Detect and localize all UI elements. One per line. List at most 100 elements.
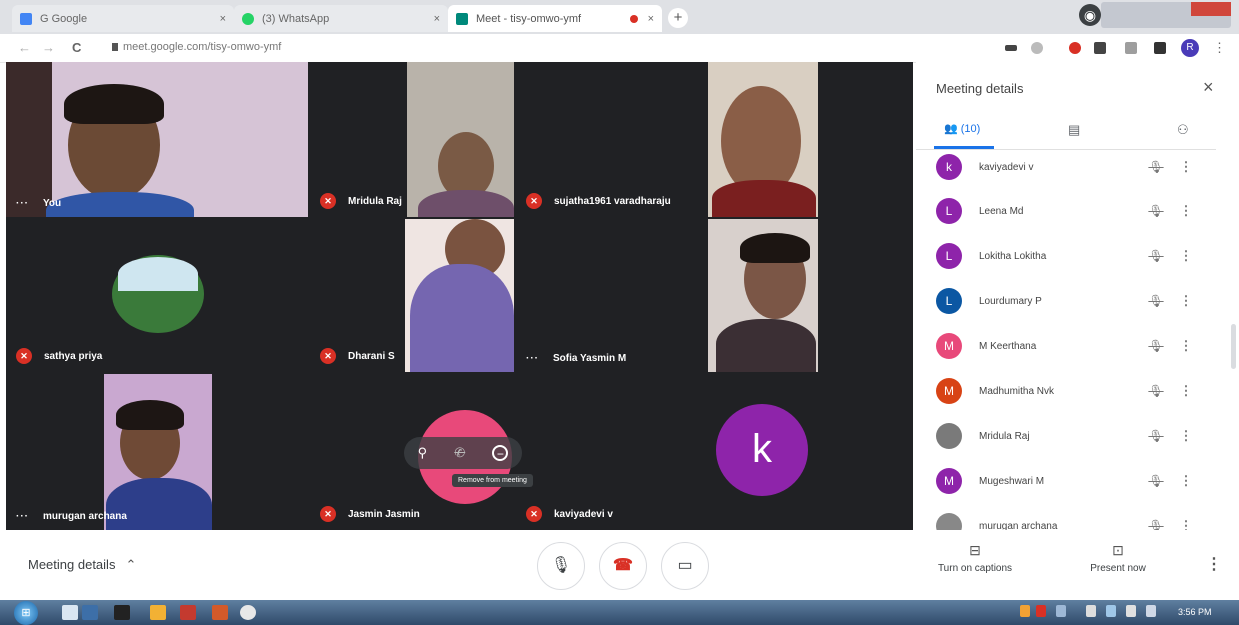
mute-participant-icon[interactable]: ✆ (454, 445, 465, 461)
video-tile-kaviyadevi[interactable]: k ✕ kaviyadevi v (516, 374, 913, 530)
pin-icon[interactable]: ⚲ (418, 445, 428, 461)
video-tile-sathya-priya[interactable]: ✕ sathya priya (6, 219, 308, 372)
tray-icon[interactable] (1020, 605, 1030, 617)
volume-icon[interactable] (1126, 605, 1136, 617)
mic-off-icon: 🎙 (1148, 294, 1164, 308)
remove-icon[interactable]: − (492, 445, 509, 461)
network-icon[interactable] (1106, 605, 1116, 617)
present-now-button[interactable]: ⊡ Present now (1073, 542, 1163, 574)
participant-row[interactable]: L Leena Md 🎙 ⋮ (936, 196, 1201, 226)
tab-activities[interactable]: ⚇ (1177, 122, 1189, 138)
window-close-button[interactable] (1191, 2, 1231, 16)
more-options-icon[interactable]: ⋮ (1171, 293, 1201, 309)
translate-icon[interactable] (1125, 42, 1137, 54)
close-panel-button[interactable]: × (1203, 77, 1214, 98)
tile-name-tag: ··· You (16, 198, 61, 209)
leave-call-button[interactable]: ☎ (599, 542, 647, 590)
meeting-details-button[interactable]: Meeting details ⌃ (28, 557, 136, 573)
participant-name: sujatha1961 varadharaju (554, 195, 671, 207)
tab-close-icon[interactable]: × (220, 13, 226, 25)
start-button[interactable]: ⊞ (14, 601, 38, 625)
more-options-icon[interactable]: ⋮ (1171, 159, 1201, 175)
more-options-icon[interactable]: ··· (16, 198, 29, 209)
meeting-details-label: Meeting details (28, 557, 116, 572)
panel-scrollbar[interactable] (1231, 324, 1236, 369)
video-tile-sujatha[interactable]: ✕ sujatha1961 varadharaju (516, 62, 913, 217)
tile-name-tag: ··· murugan archana (16, 511, 127, 522)
whatsapp-icon (242, 12, 254, 25)
participant-row[interactable]: M M Keerthana 🎙 ⋮ (936, 331, 1201, 361)
more-options-icon[interactable]: ··· (526, 353, 539, 364)
clock[interactable]: 3:56 PM (1178, 607, 1212, 617)
more-options-icon[interactable]: ⋮ (1171, 248, 1201, 264)
folder-icon[interactable] (150, 605, 166, 620)
forward-button[interactable]: → (42, 40, 55, 55)
more-options-icon[interactable]: ⋮ (1171, 473, 1201, 489)
more-options-icon[interactable]: ⋮ (1171, 338, 1201, 354)
tab-chat[interactable]: ▤ (1068, 122, 1080, 138)
reload-button[interactable]: C (72, 40, 81, 55)
profile-avatar[interactable]: R (1181, 39, 1199, 57)
recording-dot-icon (629, 14, 638, 23)
participant-row[interactable]: M Madhumitha Nvk 🎙 ⋮ (936, 376, 1201, 406)
tab-label: G Google (40, 12, 88, 25)
more-options-icon[interactable]: ⋮ (1171, 383, 1201, 399)
app-icon[interactable] (114, 605, 130, 620)
tab-close-icon[interactable]: × (434, 13, 440, 25)
participant-name: murugan archana (43, 511, 127, 522)
participant-row[interactable]: Mridula Raj 🎙 ⋮ (936, 421, 1201, 451)
participant-row[interactable]: L Lourdumary P 🎙 ⋮ (936, 286, 1201, 316)
app-icon[interactable] (180, 605, 196, 620)
battery-icon[interactable] (1146, 605, 1156, 617)
participant-row[interactable]: M Mugeshwari M 🎙 ⋮ (936, 466, 1201, 496)
tab-close-icon[interactable]: × (648, 13, 654, 25)
video-tile-murugan-archana[interactable]: ··· murugan archana (6, 374, 308, 530)
new-tab-button[interactable]: + (668, 8, 688, 28)
camera-button[interactable]: ▭ (661, 542, 709, 590)
explorer-icon[interactable] (62, 605, 78, 620)
more-options-icon[interactable]: ··· (16, 511, 29, 522)
browser-menu-icon[interactable]: ⋮ (1213, 40, 1226, 56)
tray-icon[interactable] (1036, 605, 1046, 617)
camera-icon: ▭ (677, 557, 693, 574)
video-tile-dharani-s[interactable]: ✕ Dharani S (310, 219, 514, 372)
participant-name: kaviyadevi v (554, 508, 613, 520)
cast-icon[interactable] (1005, 45, 1017, 51)
participant-name: Lokitha Lokitha (979, 250, 1047, 262)
video-tile-you[interactable]: ··· You (6, 62, 308, 217)
mic-off-icon: ✕ (320, 193, 336, 209)
captions-button[interactable]: ⊟ Turn on captions (930, 542, 1020, 574)
tab-people[interactable]: 👥 (10) (944, 122, 980, 135)
more-options-icon[interactable]: ⋮ (1171, 203, 1201, 219)
participant-row[interactable]: k kaviyadevi v 🎙 ⋮ (936, 152, 1201, 182)
chat-icon: ▤ (1068, 122, 1081, 137)
tab-meet[interactable]: Meet - tisy-omwo-ymf × (448, 5, 662, 32)
tray-icon[interactable] (1056, 605, 1066, 617)
participant-row[interactable]: L Lokitha Lokitha 🎙 ⋮ (936, 241, 1201, 271)
app-icon[interactable] (212, 605, 228, 620)
video-tile-sofia-yasmin[interactable]: ··· Sofia Yasmin M (516, 219, 913, 372)
flag-icon[interactable] (1086, 605, 1096, 617)
tab-whatsapp[interactable]: (3) WhatsApp × (234, 5, 448, 32)
more-options-icon[interactable]: ⋮ (1206, 554, 1222, 574)
url-field[interactable]: meet.google.com/tisy-omwo-ymf (112, 41, 281, 53)
activities-icon: ⚇ (1177, 122, 1189, 137)
mic-off-icon: 🎙 (1148, 429, 1164, 443)
video-tile-mridula-raj[interactable]: ✕ Mridula Raj (310, 62, 514, 217)
participant-row[interactable]: murugan archana 🎙 ⋮ (936, 511, 1201, 530)
more-options-icon[interactable]: ⋮ (1171, 518, 1201, 530)
tile-name-tag: ··· Sofia Yasmin M (526, 353, 626, 364)
extension-grid-icon[interactable] (1094, 42, 1106, 54)
star-icon[interactable] (1031, 42, 1043, 54)
microphone-button[interactable]: 🎙 (537, 542, 585, 590)
tab-google[interactable]: G Google × (12, 5, 234, 32)
back-button[interactable]: ← (18, 40, 31, 55)
puzzle-icon[interactable] (1154, 42, 1166, 54)
participant-name: kaviyadevi v (979, 161, 1034, 173)
media-icon[interactable] (82, 605, 98, 620)
chrome-icon[interactable] (240, 605, 256, 620)
more-options-icon[interactable]: ⋮ (1171, 428, 1201, 444)
extension-red-icon[interactable] (1069, 42, 1081, 54)
participant-name: M Keerthana (979, 340, 1037, 352)
divider (916, 149, 1216, 150)
